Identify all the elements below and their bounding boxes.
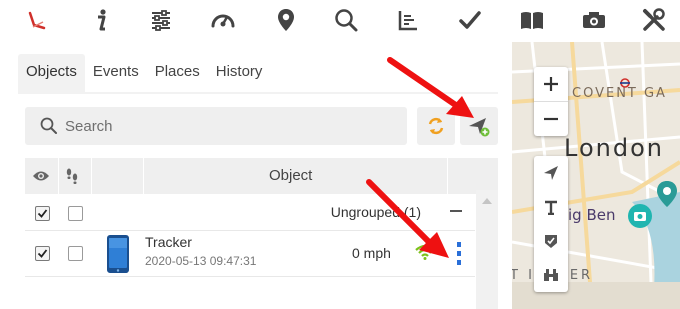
tab-events[interactable]: Events bbox=[85, 54, 147, 94]
scroll-up-arrow[interactable] bbox=[482, 198, 492, 204]
panel-tabs: Objects Events Places History bbox=[18, 54, 348, 94]
map-text-button[interactable] bbox=[534, 190, 568, 224]
map-binoculars-button[interactable] bbox=[534, 258, 568, 292]
table-row[interactable]: Tracker 2020-05-13 09:47:31 0 mph bbox=[25, 231, 475, 277]
tab-places[interactable]: Places bbox=[147, 54, 208, 94]
tab-objects[interactable]: Objects bbox=[18, 54, 85, 94]
map-tools bbox=[534, 156, 568, 292]
map-label-covent-garden: COVENT GA bbox=[572, 86, 667, 101]
tab-history[interactable]: History bbox=[208, 54, 271, 94]
objects-table-header: Object bbox=[25, 158, 498, 194]
navigate-arrow-icon bbox=[544, 166, 558, 180]
tracker-timestamp: 2020-05-13 09:47:31 bbox=[145, 254, 257, 268]
tools-icon[interactable] bbox=[639, 5, 669, 35]
group-follow-checkbox[interactable] bbox=[68, 206, 83, 221]
signal-strength-icon bbox=[415, 244, 435, 260]
group-visible-checkbox[interactable] bbox=[35, 206, 50, 221]
header-divider bbox=[91, 158, 92, 194]
group-row: Ungrouped (1) bbox=[25, 197, 475, 231]
binoculars-icon bbox=[544, 269, 558, 281]
row-visible-checkbox[interactable] bbox=[35, 246, 50, 261]
poi-camera-icon[interactable] bbox=[626, 202, 654, 230]
column-object-title: Object bbox=[269, 167, 313, 184]
search-zoom-icon[interactable] bbox=[331, 5, 361, 35]
checkmark-icon[interactable] bbox=[455, 5, 485, 35]
objects-panel: Objects Events Places History Search Obj… bbox=[0, 42, 512, 309]
book-icon[interactable] bbox=[517, 5, 547, 35]
logo-icon[interactable] bbox=[23, 5, 53, 35]
speedometer-icon[interactable] bbox=[208, 5, 238, 35]
settings-sliders-icon[interactable] bbox=[146, 5, 176, 35]
info-icon[interactable] bbox=[86, 5, 116, 35]
map-label-big-ben: ig Ben bbox=[568, 206, 616, 224]
text-tool-icon bbox=[545, 200, 557, 215]
header-divider bbox=[447, 158, 448, 194]
visibility-eye-icon[interactable] bbox=[32, 169, 50, 183]
location-pin-icon[interactable] bbox=[271, 5, 301, 35]
header-divider bbox=[143, 158, 144, 194]
zoom-out-button[interactable] bbox=[534, 102, 568, 136]
map-view[interactable]: COVENT GA London ig Ben T INSTER bbox=[512, 42, 680, 309]
zoom-controls bbox=[534, 67, 568, 136]
add-object-icon bbox=[469, 118, 490, 137]
refresh-icon bbox=[428, 117, 444, 135]
refresh-button[interactable] bbox=[417, 107, 455, 145]
phone-icon bbox=[107, 235, 129, 273]
search-icon bbox=[40, 117, 57, 134]
map-label-london: London bbox=[564, 134, 664, 162]
tracker-speed: 0 mph bbox=[352, 245, 391, 261]
shield-check-icon bbox=[545, 235, 557, 248]
search-box bbox=[25, 107, 407, 145]
group-label: Ungrouped (1) bbox=[330, 204, 421, 220]
poi-marker-icon[interactable] bbox=[655, 180, 680, 208]
list-scrollbar[interactable] bbox=[476, 190, 498, 309]
row-follow-checkbox[interactable] bbox=[68, 246, 83, 261]
tracker-name: Tracker bbox=[145, 234, 192, 250]
poi-underground-icon bbox=[620, 78, 630, 88]
header-divider bbox=[58, 158, 59, 194]
map-navigate-button[interactable] bbox=[534, 156, 568, 190]
add-object-button[interactable] bbox=[460, 107, 498, 145]
chart-icon[interactable] bbox=[393, 5, 423, 35]
tab-underline bbox=[18, 92, 498, 94]
zoom-in-button[interactable] bbox=[534, 67, 568, 101]
row-menu-icon[interactable] bbox=[456, 241, 462, 267]
collapse-group-button[interactable] bbox=[450, 210, 462, 212]
plus-icon bbox=[544, 77, 558, 91]
follow-footprints-icon[interactable] bbox=[65, 167, 79, 185]
top-toolbar bbox=[0, 0, 680, 42]
camera-icon[interactable] bbox=[579, 5, 609, 35]
map-shield-button[interactable] bbox=[534, 224, 568, 258]
minus-icon bbox=[544, 117, 558, 121]
search-input[interactable] bbox=[65, 117, 395, 135]
